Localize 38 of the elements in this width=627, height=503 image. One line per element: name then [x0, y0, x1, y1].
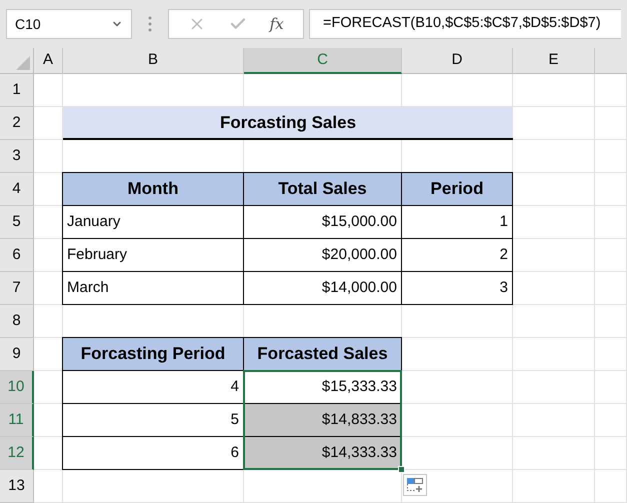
table-cell: March: [62, 271, 244, 305]
row-header[interactable]: 7: [0, 272, 34, 305]
name-box-value: C10: [15, 14, 41, 34]
row-header[interactable]: 9: [0, 338, 34, 371]
title-cell: Forcasting Sales: [63, 107, 513, 140]
header-cell: Period: [401, 172, 513, 206]
column-header[interactable]: D: [402, 48, 513, 74]
row-header[interactable]: 8: [0, 305, 34, 338]
header-cell: Forcasted Sales: [243, 337, 402, 371]
table-cell: 6: [62, 436, 244, 470]
quick-analysis-icon: [407, 478, 423, 492]
row-header[interactable]: 5: [0, 206, 34, 239]
row-header[interactable]: 11: [0, 404, 34, 437]
quick-analysis-button[interactable]: [403, 474, 427, 496]
formula-field[interactable]: =FORECAST(B10,$C$5:$C$7,$D$5:$D$7): [309, 9, 621, 39]
column-header[interactable]: C: [244, 48, 402, 74]
column-header[interactable]: B: [63, 48, 244, 74]
row-header[interactable]: 4: [0, 173, 34, 206]
column-header[interactable]: A: [34, 48, 63, 74]
row-header[interactable]: 13: [0, 470, 34, 503]
insert-function-button[interactable]: fx: [270, 12, 284, 36]
row-header[interactable]: 1: [0, 74, 34, 107]
table-cell[interactable]: $14,333.33: [243, 436, 402, 470]
row-header[interactable]: 6: [0, 239, 34, 272]
table-cell: 3: [401, 271, 513, 305]
name-box[interactable]: C10: [6, 9, 132, 39]
header-cell: Month: [62, 172, 244, 206]
grip-icon[interactable]: [148, 16, 152, 32]
select-all-corner[interactable]: [0, 48, 34, 74]
row-header[interactable]: 2: [0, 107, 34, 140]
row-header[interactable]: 12: [0, 437, 34, 470]
row-header[interactable]: 3: [0, 140, 34, 173]
row-header[interactable]: 10: [0, 371, 34, 404]
header-cell: Forcasting Period: [62, 337, 244, 371]
corner-triangle-icon: [16, 56, 30, 70]
column-header[interactable]: E: [513, 48, 595, 74]
table-cell[interactable]: $14,833.33: [243, 403, 402, 437]
header-cell: Total Sales: [243, 172, 402, 206]
